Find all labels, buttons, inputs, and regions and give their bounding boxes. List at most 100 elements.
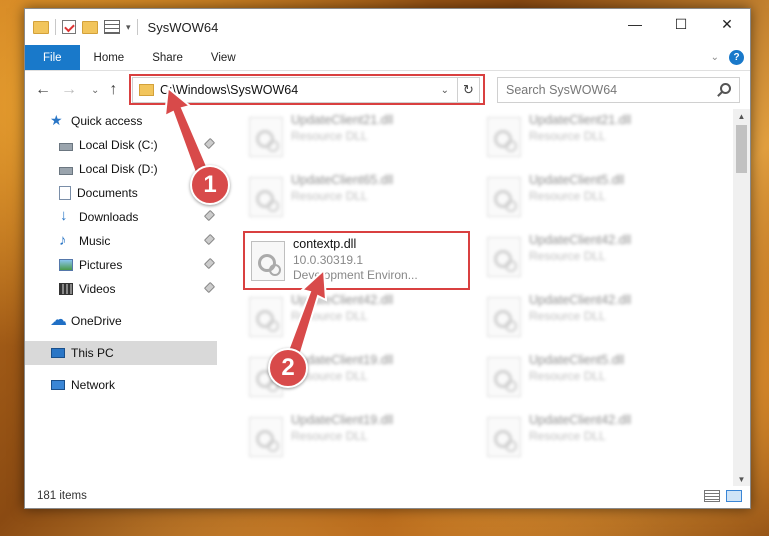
address-dropdown-icon[interactable]: ⌄ [441, 85, 449, 96]
tab-view[interactable]: View [197, 45, 250, 70]
sidebar-item-pictures[interactable]: Pictures [25, 253, 217, 277]
scroll-up-icon[interactable]: ▲ [733, 109, 750, 123]
file-tile[interactable]: UpdateClient21.dll Resource DLL [481, 111, 711, 171]
sidebar-item-label: Videos [79, 282, 116, 296]
sidebar-item-label: Local Disk (D:) [79, 162, 158, 176]
file-version: 10.0.30319.1 [293, 253, 364, 267]
forward-button[interactable]: → [61, 81, 77, 99]
search-input[interactable]: Search SysWOW64 [497, 77, 740, 103]
sidebar-item-quick-access[interactable]: Quick access [25, 109, 217, 133]
status-bar: 181 items [25, 484, 750, 508]
file-tile[interactable]: UpdateClient5.dll Resource DLL [481, 171, 711, 231]
highlighted-file-tile[interactable]: contextp.dll 10.0.30319.1 Development En… [243, 231, 470, 290]
sidebar-item-label: This PC [71, 346, 114, 360]
file-tile[interactable]: UpdateClient21.dll Resource DLL [243, 111, 473, 171]
vertical-scrollbar[interactable]: ▲ ▼ [733, 109, 750, 486]
properties-icon[interactable] [62, 20, 76, 34]
close-button[interactable]: ✕ [704, 9, 750, 39]
dll-file-icon [251, 241, 285, 281]
file-name: UpdateClient42.dll [529, 233, 632, 247]
file-name: UpdateClient65.dll [291, 173, 394, 187]
sidebar-item-documents[interactable]: Documents [25, 181, 217, 205]
file-tile[interactable]: UpdateClient65.dll Resource DLL [243, 171, 473, 231]
help-icon[interactable]: ? [729, 50, 744, 65]
window-controls: — ☐ ✕ [612, 9, 750, 39]
network-icon [51, 380, 65, 390]
maximize-button[interactable]: ☐ [658, 9, 704, 39]
dll-file-icon [249, 177, 283, 217]
dll-file-icon [487, 297, 521, 337]
expand-ribbon-icon[interactable]: ⌄ [711, 52, 719, 63]
file-tile-contextp[interactable]: contextp.dll 10.0.30319.1 Development En… [245, 235, 475, 295]
pin-icon [203, 209, 216, 222]
dll-file-icon [249, 297, 283, 337]
onedrive-icon [50, 310, 67, 330]
dll-file-icon [487, 357, 521, 397]
tab-file[interactable]: File [25, 45, 80, 70]
file-type: Resource DLL [291, 189, 368, 203]
star-icon [50, 112, 65, 129]
drive-icon [59, 142, 73, 151]
back-button[interactable]: ← [35, 81, 51, 99]
customize-toolbar-icon[interactable]: ▾ [126, 22, 131, 33]
file-type: Resource DLL [529, 249, 606, 263]
title-bar[interactable]: ▾ SysWOW64 — ☐ ✕ [25, 9, 750, 45]
refresh-button[interactable]: ↻ [457, 78, 479, 102]
sidebar-item-label: Network [71, 378, 116, 392]
item-count: 181 items [37, 490, 87, 502]
file-tile[interactable]: UpdateClient42.dll Resource DLL [481, 291, 711, 351]
address-path[interactable]: C:\Windows\SysWOW64 [160, 83, 441, 97]
file-type: Resource DLL [291, 309, 368, 323]
pc-icon [51, 348, 65, 358]
sidebar-item-label: Pictures [79, 258, 123, 272]
tab-home[interactable]: Home [80, 45, 139, 70]
sidebar-item-music[interactable]: Music [25, 229, 217, 253]
sidebar-item-onedrive[interactable]: OneDrive [25, 309, 217, 333]
large-icons-view-icon[interactable] [726, 490, 742, 502]
recent-locations-button[interactable]: ⌄ [91, 85, 99, 96]
sidebar-item-network[interactable]: Network [25, 373, 217, 397]
documents-icon [59, 186, 71, 200]
file-tile[interactable]: UpdateClient42.dll Resource DLL [481, 231, 711, 291]
pictures-icon [59, 259, 73, 271]
file-type: Resource DLL [529, 189, 606, 203]
new-folder-icon[interactable] [82, 20, 98, 34]
file-type: Resource DLL [529, 129, 606, 143]
dll-file-icon [487, 417, 521, 457]
music-icon [59, 232, 73, 249]
ribbon-tabs: File Home Share View ⌄ ? [25, 45, 750, 71]
file-type: Resource DLL [529, 369, 606, 383]
file-tile[interactable]: UpdateClient5.dll Resource DLL [481, 351, 711, 411]
up-button[interactable]: ↑ [109, 81, 117, 99]
sidebar-item-downloads[interactable]: Downloads [25, 205, 217, 229]
details-view-icon[interactable] [704, 490, 720, 502]
minimize-button[interactable]: — [612, 9, 658, 39]
toolbar-separator [136, 19, 138, 35]
file-tile[interactable]: UpdateClient42.dll Resource DLL [243, 291, 473, 351]
sidebar-item-local-disk-c[interactable]: Local Disk (C:) [25, 133, 217, 157]
scroll-thumb[interactable] [736, 125, 747, 173]
view-options-icon[interactable] [104, 20, 120, 34]
dll-file-icon [487, 117, 521, 157]
file-name: UpdateClient42.dll [529, 293, 632, 307]
sidebar-item-local-disk-d[interactable]: Local Disk (D:) [25, 157, 217, 181]
folder-icon [139, 84, 154, 96]
search-placeholder: Search SysWOW64 [506, 83, 618, 97]
search-icon[interactable] [720, 83, 731, 94]
file-tile[interactable]: UpdateClient19.dll Resource DLL [243, 411, 473, 471]
address-bar[interactable]: C:\Windows\SysWOW64 ⌄ ↻ [132, 77, 480, 103]
file-tile[interactable]: UpdateClient42.dll Resource DLL [481, 411, 711, 471]
sidebar-item-label: Documents [77, 186, 138, 200]
pin-icon [203, 137, 216, 150]
sidebar-item-label: OneDrive [71, 314, 122, 328]
pin-icon [203, 257, 216, 270]
sidebar-item-label: Local Disk (C:) [79, 138, 158, 152]
sidebar-item-videos[interactable]: Videos [25, 277, 217, 301]
sidebar-item-this-pc[interactable]: This PC [25, 341, 217, 365]
window-title: SysWOW64 [147, 19, 219, 35]
downloads-icon [59, 207, 73, 224]
ribbon-right-controls: ⌄ ? [711, 50, 744, 65]
sidebar-item-label: Quick access [71, 114, 143, 128]
tab-share[interactable]: Share [138, 45, 197, 70]
